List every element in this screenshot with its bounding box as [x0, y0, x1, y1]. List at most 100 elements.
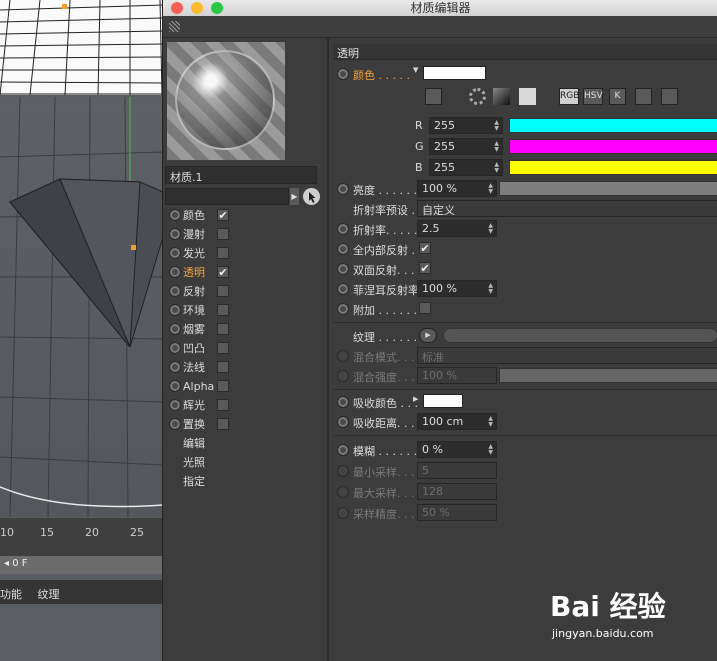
channel-displacement[interactable]: 置换 [165, 415, 325, 434]
channel-checkbox[interactable] [217, 247, 229, 259]
fresnel-field[interactable]: 100 % ▲ ▼ [417, 280, 497, 297]
spectrum-icon[interactable] [493, 88, 510, 105]
spinner-icon[interactable]: ▲ ▼ [488, 444, 493, 456]
radio-icon[interactable] [337, 68, 349, 80]
channel-checkbox[interactable] [217, 399, 229, 411]
channel-checkbox[interactable] [217, 361, 229, 373]
channel-checkbox[interactable] [217, 380, 229, 392]
spinner-icon[interactable]: ▲ ▼ [488, 183, 493, 195]
panel-divider[interactable] [327, 38, 329, 661]
spinner-icon[interactable]: ▲ ▼ [494, 120, 499, 132]
radio-icon[interactable] [337, 465, 349, 477]
radio-icon[interactable] [169, 304, 181, 316]
cursor-pick-icon[interactable] [303, 188, 320, 205]
arrow-right-icon[interactable]: ▶ [413, 395, 418, 403]
ior-field[interactable]: 2.5 ▲ ▼ [417, 220, 497, 237]
radio-icon[interactable] [337, 507, 349, 519]
blue-value-field[interactable]: 255 ▲ ▼ [429, 159, 503, 176]
material-preview[interactable] [167, 42, 285, 160]
blur-field[interactable]: 0 % ▲ ▼ [417, 441, 497, 458]
green-slider[interactable] [509, 139, 717, 154]
radio-icon[interactable] [337, 243, 349, 255]
channel-checkbox[interactable] [217, 285, 229, 297]
radio-icon[interactable] [169, 323, 181, 335]
texture-import-icon[interactable] [425, 88, 442, 105]
radio-icon[interactable] [337, 370, 349, 382]
channel-reflectance[interactable]: 反射 [165, 282, 325, 301]
channel-luminance[interactable]: 发光 [165, 244, 325, 263]
spinner-icon[interactable]: ▲ ▼ [494, 162, 499, 174]
time-field[interactable]: ◂ 0 F [0, 556, 163, 574]
close-button[interactable] [171, 2, 183, 14]
3d-viewport[interactable]: 10 15 20 25 ◂ 0 F 功能 纹理 [0, 0, 163, 661]
red-value-field[interactable]: 255 ▲ ▼ [429, 117, 503, 134]
radio-icon[interactable] [337, 223, 349, 235]
green-value-field[interactable]: 255 ▲ ▼ [429, 138, 503, 155]
item-illumination[interactable]: 光照 [165, 453, 325, 472]
channel-normal[interactable]: 法线 [165, 358, 325, 377]
radio-icon[interactable] [169, 247, 181, 259]
double-sided-checkbox[interactable]: ✔ [419, 262, 431, 274]
min-samples-field[interactable]: 5 [417, 462, 497, 479]
mode-hsv-button[interactable]: HSV [583, 88, 603, 105]
radio-icon[interactable] [337, 444, 349, 456]
ior-preset-dropdown[interactable]: 自定义 [417, 200, 717, 217]
spinner-icon[interactable]: ▲ ▼ [494, 141, 499, 153]
channel-checkbox[interactable] [217, 418, 229, 430]
absorb-color-swatch[interactable] [423, 394, 463, 408]
brightness-slider[interactable] [499, 181, 717, 196]
channel-alpha[interactable]: Alpha [165, 377, 325, 396]
radio-icon[interactable] [337, 283, 349, 295]
absorb-distance-field[interactable]: 100 cm ▲ ▼ [417, 413, 497, 430]
minimize-button[interactable] [191, 2, 203, 14]
radio-icon[interactable] [169, 361, 181, 373]
channel-checkbox[interactable] [217, 228, 229, 240]
channel-checkbox[interactable] [217, 323, 229, 335]
channel-bump[interactable]: 凹凸 [165, 339, 325, 358]
menu-function[interactable]: 功能 [0, 588, 22, 601]
radio-icon[interactable] [169, 418, 181, 430]
mode-rgb-button[interactable]: RGB [559, 88, 579, 105]
blend-mode-dropdown[interactable]: 标准 [417, 347, 717, 364]
radio-icon[interactable] [169, 399, 181, 411]
radio-icon[interactable] [337, 396, 349, 408]
radio-icon[interactable] [337, 303, 349, 315]
spinner-icon[interactable]: ▲ ▼ [488, 223, 493, 235]
channel-fog[interactable]: 烟雾 [165, 320, 325, 339]
channel-environment[interactable]: 环境 [165, 301, 325, 320]
channel-color[interactable]: 颜色 ✔ [165, 206, 325, 225]
zoom-button[interactable] [211, 2, 223, 14]
sliders-icon[interactable] [635, 88, 652, 105]
spinner-icon[interactable]: ▲ ▼ [488, 416, 493, 428]
radio-icon[interactable] [337, 486, 349, 498]
image-icon[interactable] [519, 88, 536, 105]
radio-icon[interactable] [337, 183, 349, 195]
menu-texture[interactable]: 纹理 [38, 588, 60, 601]
channel-checkbox[interactable]: ✔ [217, 209, 229, 221]
title-bar[interactable]: 材质编辑器 [163, 0, 717, 16]
radio-icon[interactable] [337, 263, 349, 275]
radio-icon[interactable] [169, 380, 181, 392]
radio-icon[interactable] [337, 350, 349, 362]
channel-glow[interactable]: 辉光 [165, 396, 325, 415]
material-search-field[interactable] [165, 188, 289, 205]
channel-diffusion[interactable]: 漫射 [165, 225, 325, 244]
total-internal-checkbox[interactable]: ✔ [419, 242, 431, 254]
radio-icon[interactable] [169, 285, 181, 297]
red-slider[interactable] [509, 118, 717, 133]
radio-icon[interactable] [169, 209, 181, 221]
dropdown-arrow-icon[interactable]: ▼ [413, 66, 418, 74]
arrow-right-icon[interactable]: ▶ [290, 188, 299, 205]
item-assign[interactable]: 指定 [165, 472, 325, 491]
channel-checkbox[interactable] [217, 342, 229, 354]
timeline-ruler[interactable]: 10 15 20 25 [0, 518, 163, 558]
radio-icon[interactable] [169, 266, 181, 278]
blend-strength-slider[interactable] [499, 368, 717, 383]
grip-icon[interactable] [169, 21, 180, 32]
channel-checkbox[interactable]: ✔ [217, 266, 229, 278]
swatches-icon[interactable] [661, 88, 678, 105]
brightness-field[interactable]: 100 % ▲ ▼ [417, 180, 497, 197]
additive-checkbox[interactable] [419, 302, 431, 314]
accuracy-field[interactable]: 50 % [417, 504, 497, 521]
color-swatch[interactable] [423, 66, 486, 80]
